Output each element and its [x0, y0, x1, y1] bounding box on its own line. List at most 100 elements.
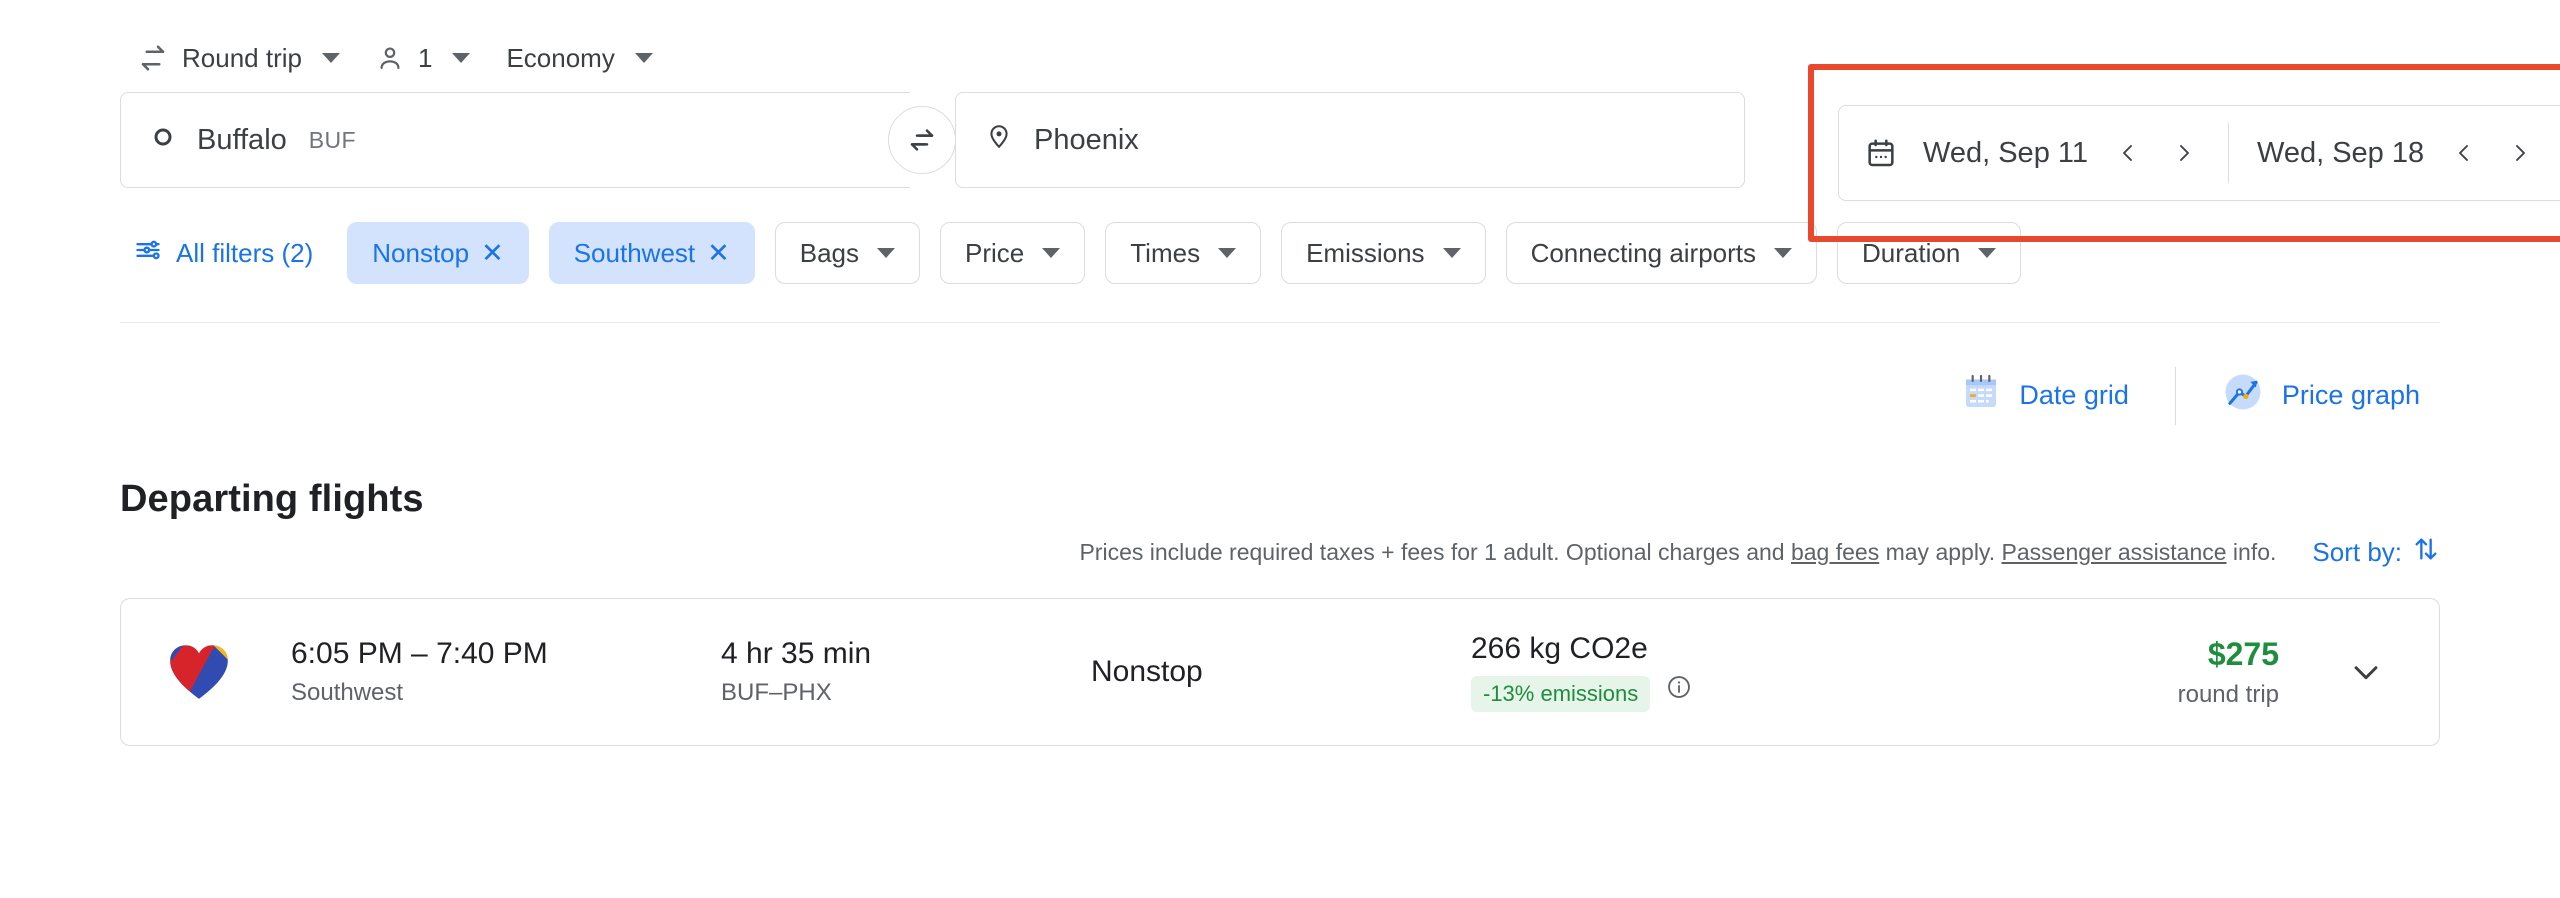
flight-price-column: $275 round trip — [1951, 636, 2335, 709]
filter-chip-connecting-airports[interactable]: Connecting airports — [1505, 222, 1818, 284]
chevron-down-icon — [2354, 666, 2378, 680]
filter-chip-price[interactable]: Price — [940, 222, 1086, 284]
chevron-down-icon — [321, 53, 340, 63]
location-pin-icon — [986, 123, 1012, 157]
disclaimer-text-3: info. — [2226, 539, 2277, 565]
filter-chip-times[interactable]: Times — [1105, 222, 1262, 284]
filter-chip-label: Duration — [1862, 237, 1961, 268]
trip-type-selector[interactable]: Round trip — [120, 31, 358, 86]
circle-icon — [151, 124, 175, 157]
disclaimer-text-1: Prices include required taxes + fees for… — [1079, 539, 1791, 565]
destination-input[interactable]: Phoenix — [955, 92, 1745, 188]
origin-code: BUF — [308, 126, 356, 153]
chevron-left-icon — [2123, 145, 2132, 161]
passenger-assistance-link[interactable]: Passenger assistance — [2002, 539, 2227, 565]
cabin-class-label: Economy — [506, 42, 615, 73]
flight-times-column: 6:05 PM – 7:40 PM Southwest — [291, 637, 721, 707]
filter-chip-emissions[interactable]: Emissions — [1281, 222, 1486, 284]
view-toggle-row: Date grid Price graph — [120, 359, 2440, 432]
filter-chip-label: Price — [965, 237, 1025, 268]
price-graph-icon — [2222, 371, 2264, 420]
view-divider — [2174, 366, 2176, 425]
all-filters-label: All filters (2) — [176, 237, 314, 268]
departure-date-group: Wed, Sep 11 — [1913, 127, 2210, 179]
trip-type-label: Round trip — [182, 42, 302, 73]
filter-chip-nonstop[interactable]: Nonstop ✕ — [347, 222, 529, 284]
flight-route: BUF–PHX — [721, 679, 832, 706]
close-icon[interactable]: ✕ — [481, 239, 504, 267]
swap-airports-button[interactable] — [888, 106, 956, 174]
price-disclaimer: Prices include required taxes + fees for… — [1079, 539, 2276, 566]
origin-input[interactable]: Buffalo BUF — [120, 92, 910, 188]
origin-city: Buffalo — [197, 123, 287, 156]
date-grid-label: Date grid — [2019, 380, 2129, 410]
close-icon[interactable]: ✕ — [707, 239, 730, 267]
all-filters-button[interactable]: All filters (2) — [120, 226, 327, 281]
filter-chip-label: Times — [1130, 237, 1201, 268]
chevron-down-icon — [452, 53, 471, 63]
price-graph-label: Price graph — [2281, 380, 2420, 410]
cabin-class-selector[interactable]: Economy — [488, 31, 670, 86]
flight-stops-column: Nonstop — [1091, 655, 1471, 689]
departure-next-day-button[interactable] — [2158, 127, 2210, 179]
chevron-right-icon — [2516, 145, 2526, 161]
filter-chip-label: Connecting airports — [1530, 237, 1757, 268]
sort-arrows-icon — [2412, 535, 2440, 570]
chevron-down-icon — [1978, 248, 1997, 258]
chevron-down-icon — [1042, 248, 1061, 258]
filter-chip-label: Southwest — [573, 237, 696, 268]
chevron-left-icon — [2459, 145, 2469, 161]
filter-chip-label: Emissions — [1306, 237, 1425, 268]
departure-prev-day-button[interactable] — [2102, 127, 2154, 179]
chevron-down-icon — [1774, 248, 1793, 258]
chevron-down-icon — [1218, 248, 1237, 258]
page-title: Departing flights — [120, 478, 424, 520]
sort-by-button[interactable]: Sort by: — [2312, 535, 2440, 570]
swap-horizontal-icon — [138, 43, 168, 73]
date-picker[interactable]: Wed, Sep 11 Wed, Sep 18 — [1838, 105, 2560, 201]
date-picker-highlight: Wed, Sep 11 Wed, Sep 18 — [1808, 64, 2560, 242]
chevron-right-icon — [2180, 145, 2189, 161]
flight-times: 6:05 PM – 7:40 PM — [291, 637, 548, 670]
flight-airline: Southwest — [291, 679, 404, 706]
filter-sliders-icon — [134, 236, 162, 271]
flight-price-type: round trip — [2177, 680, 2279, 708]
person-icon — [376, 44, 404, 72]
emissions-delta-badge: -13% emissions — [1471, 676, 1651, 712]
airport-fields: Buffalo BUF Phoenix — [120, 92, 1745, 188]
flight-duration-column: 4 hr 35 min BUF–PHX — [721, 637, 1091, 707]
filter-chip-label: Nonstop — [372, 237, 470, 268]
flight-duration: 4 hr 35 min — [721, 637, 872, 670]
return-prev-day-button[interactable] — [2438, 127, 2490, 179]
passengers-selector[interactable]: 1 — [358, 31, 488, 86]
date-grid-button[interactable]: Date grid — [1941, 360, 2149, 431]
filter-chip-bags[interactable]: Bags — [774, 222, 921, 284]
flight-emissions: 266 kg CO2e — [1471, 632, 1648, 665]
calendar-icon — [1865, 137, 1897, 169]
swap-icon — [910, 129, 934, 151]
disclaimer-text-2: may apply. — [1879, 539, 2002, 565]
chevron-down-icon — [1442, 248, 1461, 258]
chevron-down-icon — [634, 53, 653, 63]
bag-fees-link[interactable]: bag fees — [1791, 539, 1879, 565]
price-graph-button[interactable]: Price graph — [2202, 359, 2440, 432]
info-icon[interactable] — [1666, 674, 1692, 705]
google-flights-page: Round trip 1 Economy Buffalo BUF Phoenix… — [0, 0, 2560, 898]
flight-stops: Nonstop — [1091, 655, 1203, 688]
return-date-group: Wed, Sep 18 — [2247, 127, 2546, 179]
date-grid-icon — [1961, 372, 2001, 419]
departure-date[interactable]: Wed, Sep 11 — [1913, 137, 2098, 170]
southwest-heart-logo — [163, 639, 235, 705]
return-next-day-button[interactable] — [2494, 127, 2546, 179]
disclaimer-row: Prices include required taxes + fees for… — [120, 535, 2440, 570]
expand-flight-details-button[interactable] — [2335, 641, 2397, 703]
chevron-down-icon — [877, 248, 896, 258]
sort-by-label: Sort by: — [2312, 537, 2402, 567]
return-date[interactable]: Wed, Sep 18 — [2247, 137, 2434, 170]
date-divider — [2227, 123, 2229, 183]
flight-result-row[interactable]: 6:05 PM – 7:40 PM Southwest 4 hr 35 min … — [120, 598, 2440, 746]
flight-emissions-column: 266 kg CO2e -13% emissions — [1471, 632, 1951, 712]
filter-chip-southwest[interactable]: Southwest ✕ — [548, 222, 755, 284]
passenger-count-label: 1 — [417, 42, 433, 73]
flight-price: $275 — [2207, 635, 2279, 672]
